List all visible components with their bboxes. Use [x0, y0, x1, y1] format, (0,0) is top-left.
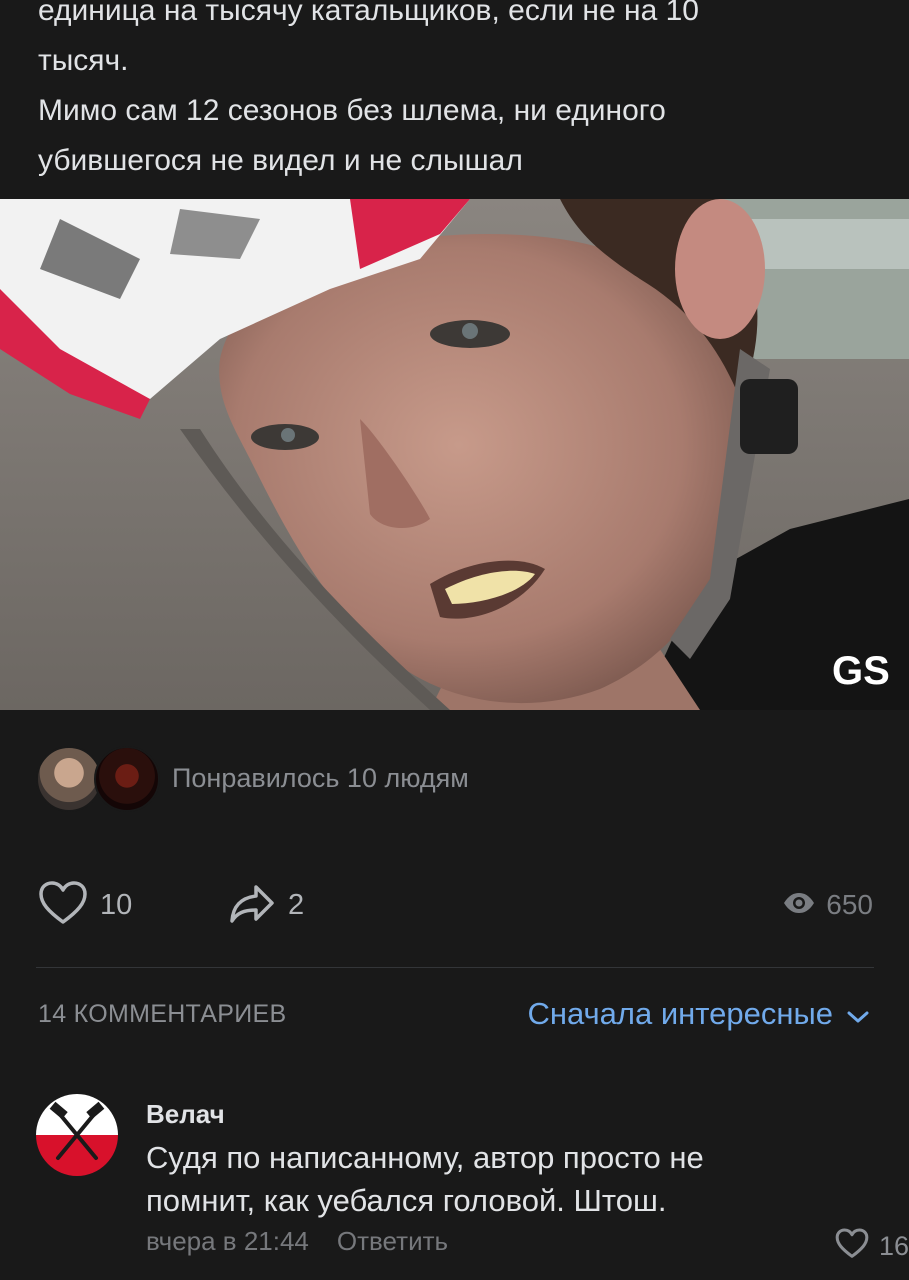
photo-watermark: GS — [832, 649, 890, 693]
views-counter: 650 — [782, 880, 873, 930]
avatar — [36, 746, 102, 812]
comment-text-line: Судя по написанному, автор просто не — [146, 1140, 704, 1175]
commenter-avatar[interactable] — [36, 1094, 118, 1176]
share-arrow-icon — [228, 881, 276, 930]
likers-text: Понравилось 10 людям — [172, 762, 469, 793]
post-text-line: Мимо сам 12 сезонов без шлема, ни единог… — [38, 94, 666, 127]
reply-button[interactable]: Ответить — [337, 1226, 448, 1257]
eye-icon — [782, 891, 816, 920]
divider — [36, 967, 874, 968]
sort-label: Сначала интересные — [527, 996, 833, 1031]
like-button[interactable]: 10 — [38, 880, 132, 930]
comments-count: 14 КОММЕНТАРИЕВ — [38, 1000, 287, 1028]
avatar — [94, 746, 160, 812]
heart-icon — [38, 880, 88, 931]
heart-icon — [835, 1228, 869, 1264]
post-actions: 10 2 650 — [38, 880, 873, 930]
like-count: 10 — [100, 888, 133, 921]
post-text-line: единица на тысячу катальщиков, если не н… — [38, 0, 699, 27]
liker-avatars — [36, 746, 160, 812]
comment-like-count: 16 — [878, 1230, 909, 1261]
post-photo[interactable]: GS — [0, 199, 909, 710]
comment-meta: вчера в 21:44 Ответить — [146, 1226, 874, 1257]
chevron-down-icon — [833, 996, 869, 1032]
post-text-line: тысяч. — [38, 44, 129, 77]
comment-text: Судя по написанному, автор просто не пом… — [146, 1136, 874, 1222]
share-count: 2 — [288, 888, 305, 921]
share-button[interactable]: 2 — [228, 880, 304, 930]
cyclist-photo-illustration: GS — [0, 199, 909, 710]
post-text: единица на тысячу катальщиков, если не н… — [38, 0, 878, 186]
comment-time: вчера в 21:44 — [146, 1226, 309, 1256]
comments-sort-dropdown[interactable]: Сначала интересные — [527, 996, 869, 1032]
comment-text-line: помнит, как уебался головой. Штош. — [146, 1183, 667, 1218]
view-count: 650 — [826, 889, 873, 920]
post-text-line: убившегося не видел и не слышал — [38, 144, 523, 177]
comment-like-button[interactable]: 16 — [835, 1228, 909, 1264]
likers-row[interactable]: Понравилось 10 людям — [36, 746, 469, 812]
comment-author[interactable]: Велач — [146, 1094, 874, 1134]
